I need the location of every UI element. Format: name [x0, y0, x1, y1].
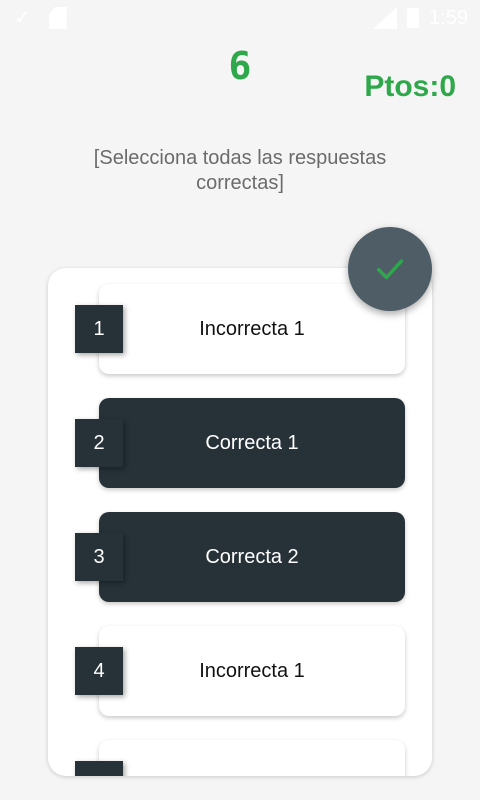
status-bar: ✓ 1:59	[0, 0, 480, 36]
score-label: Ptos:0	[364, 70, 456, 103]
answer-number-badge	[75, 761, 123, 776]
answer-label: Correcta 1	[205, 431, 299, 454]
answer-option-4[interactable]: Incorrecta 1	[99, 626, 405, 716]
check-icon	[376, 259, 404, 280]
answer-label: Correcta 2	[205, 545, 299, 568]
answer-number-badge: 2	[75, 419, 123, 467]
answer-label: Incorrecta 1	[199, 317, 305, 340]
answer-label: Incorrecta 1	[199, 659, 305, 682]
answers-card: Incorrecta 1 1 Correcta 1 2 Correcta 2 3…	[48, 268, 432, 776]
confirm-button[interactable]	[348, 227, 432, 311]
instruction-text: [Selecciona todas las respuestas correct…	[93, 147, 387, 194]
signal-icon	[373, 7, 398, 29]
answer-number-badge: 1	[75, 305, 123, 353]
battery-icon	[407, 8, 420, 28]
answer-number-badge: 4	[75, 647, 123, 695]
answer-option-3[interactable]: Correcta 2	[99, 512, 405, 602]
answer-option-5[interactable]	[99, 740, 405, 776]
status-time: 1:59	[429, 7, 468, 29]
check-icon: ✓	[14, 7, 31, 29]
answer-option-2[interactable]: Correcta 1	[99, 398, 405, 488]
sd-card-icon	[48, 7, 67, 29]
answer-number-badge: 3	[75, 533, 123, 581]
